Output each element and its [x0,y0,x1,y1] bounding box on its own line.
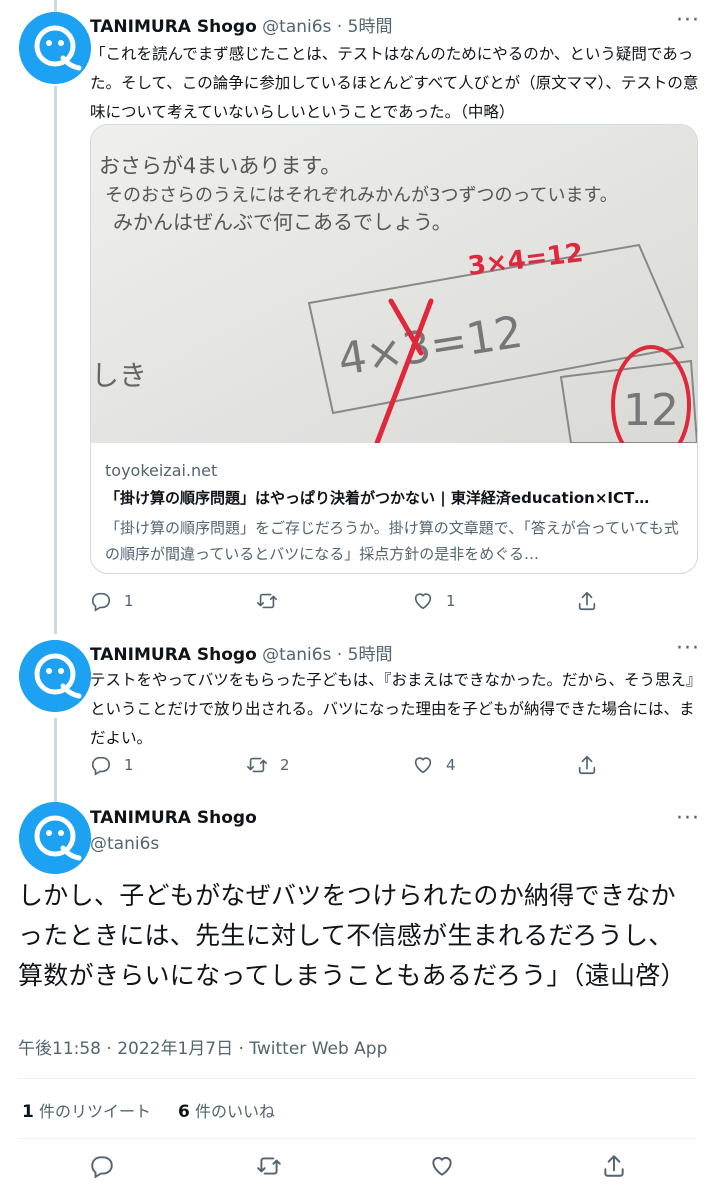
relative-time[interactable]: · 5時間 [337,17,393,37]
tweet[interactable]: TANIMURA Shogo @tani6s · 5時間 ··· テストをやって… [0,634,715,794]
retweet-icon [257,593,277,609]
share-button[interactable] [601,1153,627,1179]
reply-button[interactable]: 1 [90,750,134,780]
display-name[interactable]: TANIMURA Shogo [90,808,257,828]
tweet-text: 「これを読んでまず感じたことは、テストはなんのためにやるのか、という疑問であった… [90,45,699,121]
tweet-header: TANIMURA Shogo @tani6s · 5時間 [90,12,392,37]
handle[interactable]: @tani6s [262,645,331,665]
worksheet-line-1: おさらが4まいあります。 [99,154,341,178]
link-card[interactable]: おさらが4まいあります。 そのおさらのうえにはそれぞれみかんが3つずつのっていま… [90,124,698,574]
retweet-button[interactable] [256,1153,282,1179]
worksheet-line-2: そのおさらのうえにはそれぞれみかんが3つずつのっています。 [105,185,618,206]
reply-icon [91,1156,113,1179]
heart-icon [414,593,432,610]
like-button[interactable] [429,1153,455,1179]
engagement-stats: 1 件のリツイート 6 件のいいね [22,1098,297,1122]
share-icon [578,591,596,611]
reply-button[interactable] [89,1153,115,1179]
reply-icon [91,592,111,612]
reply-button[interactable]: 1 [90,586,134,616]
more-horizontal-icon[interactable]: ··· [676,806,700,831]
share-icon [604,1155,624,1177]
retweet-icon [247,757,267,773]
avatar[interactable] [19,802,91,874]
reply-icon [91,756,111,776]
main-tweet-actions [0,1153,715,1189]
tweet-timestamp[interactable]: 午後11:58 · 2022年1月7日 · Twitter Web App [18,1034,387,1059]
tweet-actions: 1 1 [90,586,610,616]
like-stat-count: 6 [178,1102,190,1122]
worksheet-line-3: みかんはぜんぶで何こあるでしょう。 [113,210,452,234]
share-icon [578,755,596,775]
like-stat[interactable]: 6 件のいいね [178,1098,275,1122]
like-button[interactable]: 1 [412,586,456,616]
main-tweet-text: しかし、子どもがなぜバツをつけられたのか納得できなかったときには、先生に対して不… [18,881,686,990]
retweet-button[interactable]: 2 [246,750,290,780]
avatar[interactable] [19,12,91,84]
handle[interactable]: @tani6s [90,834,159,854]
reply-count: 1 [124,592,134,610]
q-logo-avatar [19,802,91,874]
retweet-stat-count: 1 [22,1102,34,1122]
like-count: 4 [446,756,456,774]
tweet-actions: 1 2 4 [90,750,610,780]
reply-count: 1 [124,756,134,774]
shiki-label: しき [91,359,147,392]
q-logo-avatar [19,12,91,84]
card-title: 「掛け算の順序問題」はやっぱり決着がつかない | 東洋経済education×I… [105,489,650,507]
avatar[interactable] [19,640,91,712]
q-logo-avatar [19,640,91,712]
share-button[interactable] [576,586,598,616]
retweet-count: 2 [280,756,290,774]
retweet-stat[interactable]: 1 件のリツイート [22,1098,151,1122]
more-horizontal-icon[interactable]: ··· [676,636,700,661]
tweet-header: TANIMURA Shogo @tani6s · 5時間 [90,640,392,665]
retweet-button[interactable] [256,586,290,616]
relative-time[interactable]: · 5時間 [337,645,393,665]
like-button[interactable]: 4 [412,750,456,780]
share-button[interactable] [576,750,598,780]
handle[interactable]: @tani6s [262,17,331,37]
retweet-stat-label: 件のリツイート [38,1102,151,1121]
tweet-text: テストをやってバツをもらった子どもは、『おまえはできなかった。だから、そう思え』… [90,671,702,747]
like-count: 1 [446,592,456,610]
divider [18,1078,696,1079]
more-horizontal-icon[interactable]: ··· [676,8,700,33]
tweet[interactable]: TANIMURA Shogo @tani6s · 5時間 ··· 「これを読んで… [0,0,715,625]
card-domain: toyokeizai.net [105,461,218,480]
card-image: おさらが4まいあります。 そのおさらのうえにはそれぞれみかんが3つずつのっていま… [91,125,697,443]
display-name[interactable]: TANIMURA Shogo [90,645,257,665]
retweet-icon [257,1157,281,1175]
heart-icon [432,1156,452,1176]
circled-answer: 12 [623,385,679,436]
heart-icon [414,757,432,774]
card-description: 「掛け算の順序問題」をご存じだろうか。掛け算の文章題で、「答えが合っていても式の… [105,519,679,563]
divider [18,1138,696,1139]
display-name[interactable]: TANIMURA Shogo [90,17,257,37]
like-stat-label: 件のいいね [194,1102,275,1121]
